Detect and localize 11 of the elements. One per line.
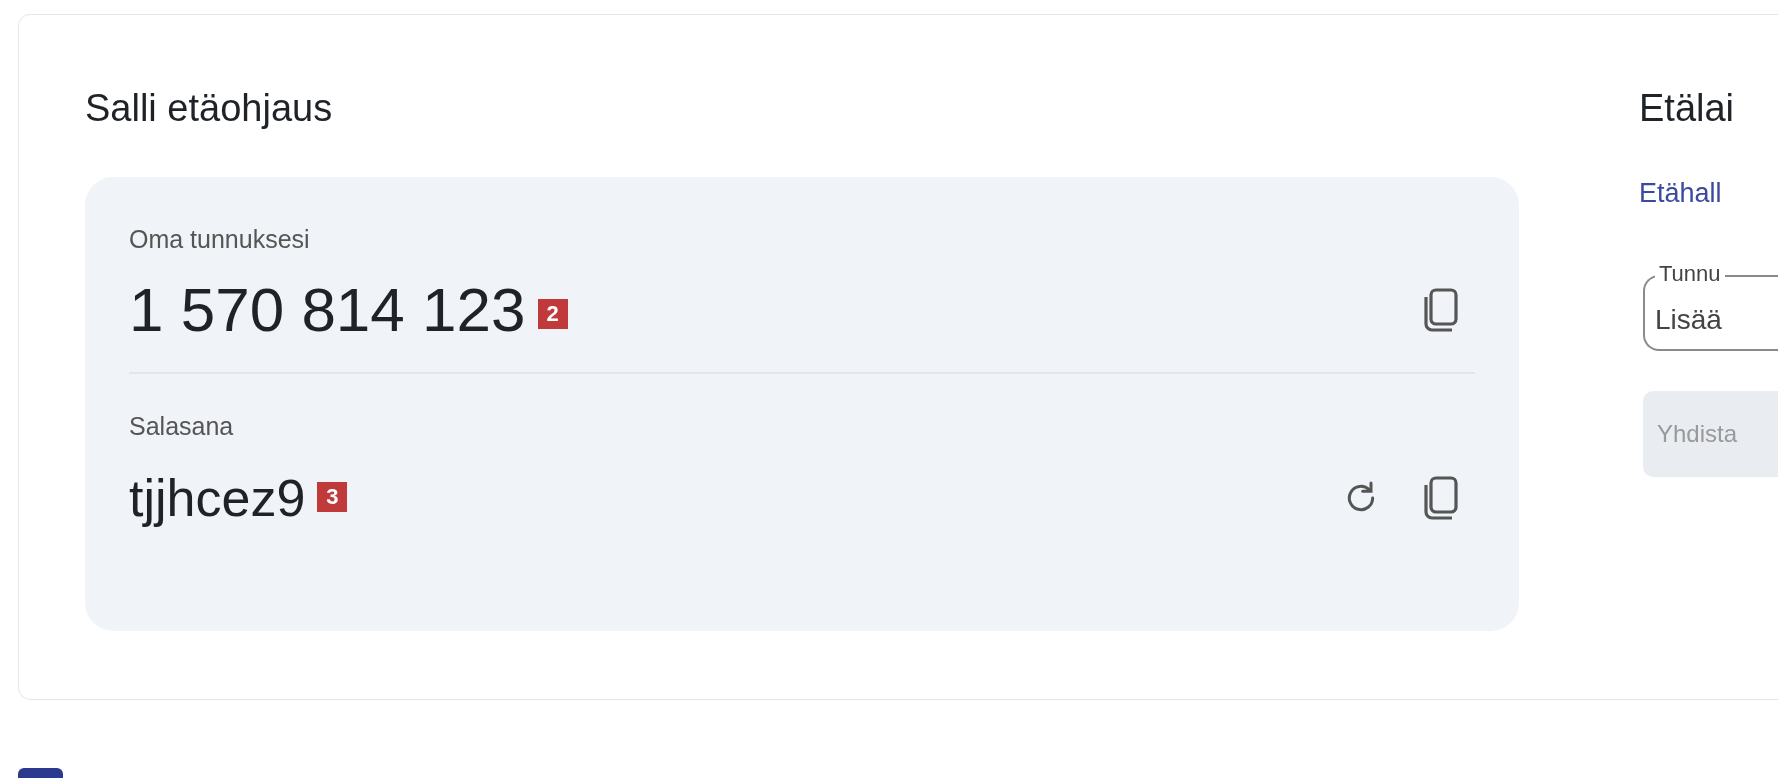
field-label: Oma tunnuksesi <box>129 223 310 255</box>
field-label: Salasana <box>129 411 234 442</box>
copy-icon[interactable] <box>1421 474 1461 521</box>
section-title: Etälai <box>1639 86 1735 131</box>
callout-badge: 3 <box>317 481 348 512</box>
copy-icon[interactable] <box>1421 287 1461 333</box>
text-input[interactable]: Lisää <box>1655 299 1778 341</box>
id-value: 1 570 814 123 <box>129 279 526 341</box>
callout-badge: 2 <box>537 299 568 329</box>
remote-link[interactable]: Etähall <box>1639 172 1722 213</box>
section-title: Salli etäohjaus <box>85 86 333 131</box>
